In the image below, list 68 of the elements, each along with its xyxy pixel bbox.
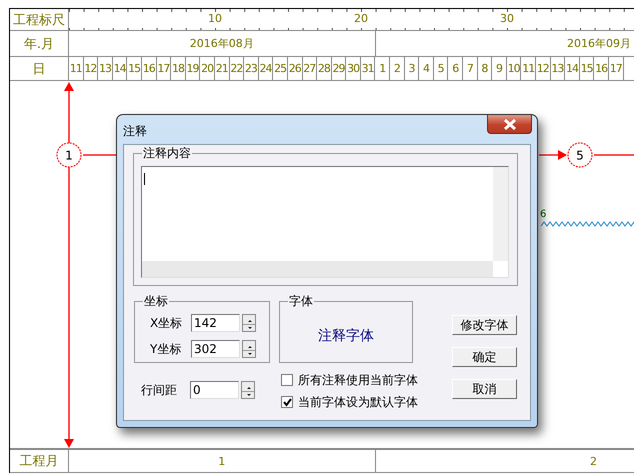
day-cell: 15 [127, 57, 142, 80]
day-cell: 15 [580, 57, 594, 80]
day-cell: 8 [478, 57, 492, 80]
dialog-title: 注释 [123, 123, 147, 140]
month-cell: 1 [69, 450, 376, 472]
day-cell: 26 [288, 57, 302, 80]
day-cell: 19 [186, 57, 200, 80]
day-cell: 16 [594, 57, 609, 80]
day-cell: 14 [112, 57, 128, 80]
day-cell: 20 [200, 57, 215, 80]
day-cell: 13 [98, 57, 113, 80]
day-cell: 12 [536, 57, 551, 80]
checkbox-label: 所有注释使用当前字体 [298, 372, 418, 388]
number-field[interactable]: 142 [191, 314, 240, 332]
day-cell: 16 [142, 57, 157, 80]
field-label: 行间距 [141, 382, 178, 398]
day-cell: 21 [214, 57, 230, 80]
day-cell: 22 [230, 57, 244, 80]
day-cell: 14 [565, 57, 580, 80]
day-cell: 23 [244, 57, 259, 80]
month-cell: 2016年08月 [69, 31, 376, 56]
number-field[interactable]: 0 [190, 381, 239, 399]
row-label: 工程月 [10, 450, 69, 472]
group-label: 字体 [288, 294, 314, 308]
day-cell: 12 [84, 57, 98, 80]
day-cell: 17 [608, 57, 624, 80]
day-cell: 18 [171, 57, 186, 80]
day-cell: 10 [506, 57, 522, 80]
row-label: 工程标尺 [10, 9, 69, 30]
day-cell: 31 [360, 57, 376, 80]
day-cell: 1 [375, 57, 390, 80]
day-cell: 28 [317, 57, 332, 80]
day-cell: 11 [69, 57, 84, 80]
font-sample: 注释字体 [318, 327, 374, 345]
group-label: 注释内容 [142, 146, 192, 160]
day-cell: 2 [390, 57, 405, 80]
day-cell: 29 [332, 57, 346, 80]
field-label: Y坐标 [150, 340, 182, 358]
field-label: X坐标 [150, 314, 184, 332]
dialog-button[interactable]: 确定 [452, 347, 517, 367]
day-cell: 4 [419, 57, 434, 80]
checkbox-label: 当前字体设为默认字体 [298, 394, 418, 410]
group-label: 坐标 [143, 294, 169, 308]
day-cell: 30 [346, 57, 361, 80]
day-cell: 9 [492, 57, 507, 80]
number-field[interactable]: 302 [191, 340, 240, 358]
row-label: 年.月 [10, 31, 69, 56]
day-cell: 11 [521, 57, 536, 80]
month-cell-text: 2016年09月 [566, 36, 632, 52]
ruler-number: 20 [354, 12, 368, 25]
activity-label: 6 [540, 209, 546, 220]
day-cell: 13 [550, 57, 566, 80]
dialog-button[interactable]: 修改字体 [452, 315, 517, 335]
day-cell: 27 [302, 57, 318, 80]
month-cell-text: 2 [589, 454, 598, 470]
node-number: 1 [65, 148, 73, 162]
day-cell: 24 [258, 57, 274, 80]
day-cell: 3 [404, 57, 420, 80]
day-cell: 17 [156, 57, 172, 80]
day-cell: 5 [434, 57, 448, 80]
day-cell: 6 [448, 57, 464, 80]
day-cell: 25 [273, 57, 288, 80]
ruler-number: 30 [500, 12, 514, 25]
dialog-button[interactable]: 取消 [452, 379, 517, 399]
row-label: 日 [10, 57, 69, 80]
day-cell: 7 [463, 57, 478, 80]
node-number: 5 [576, 148, 584, 162]
ruler-number: 10 [208, 12, 222, 25]
